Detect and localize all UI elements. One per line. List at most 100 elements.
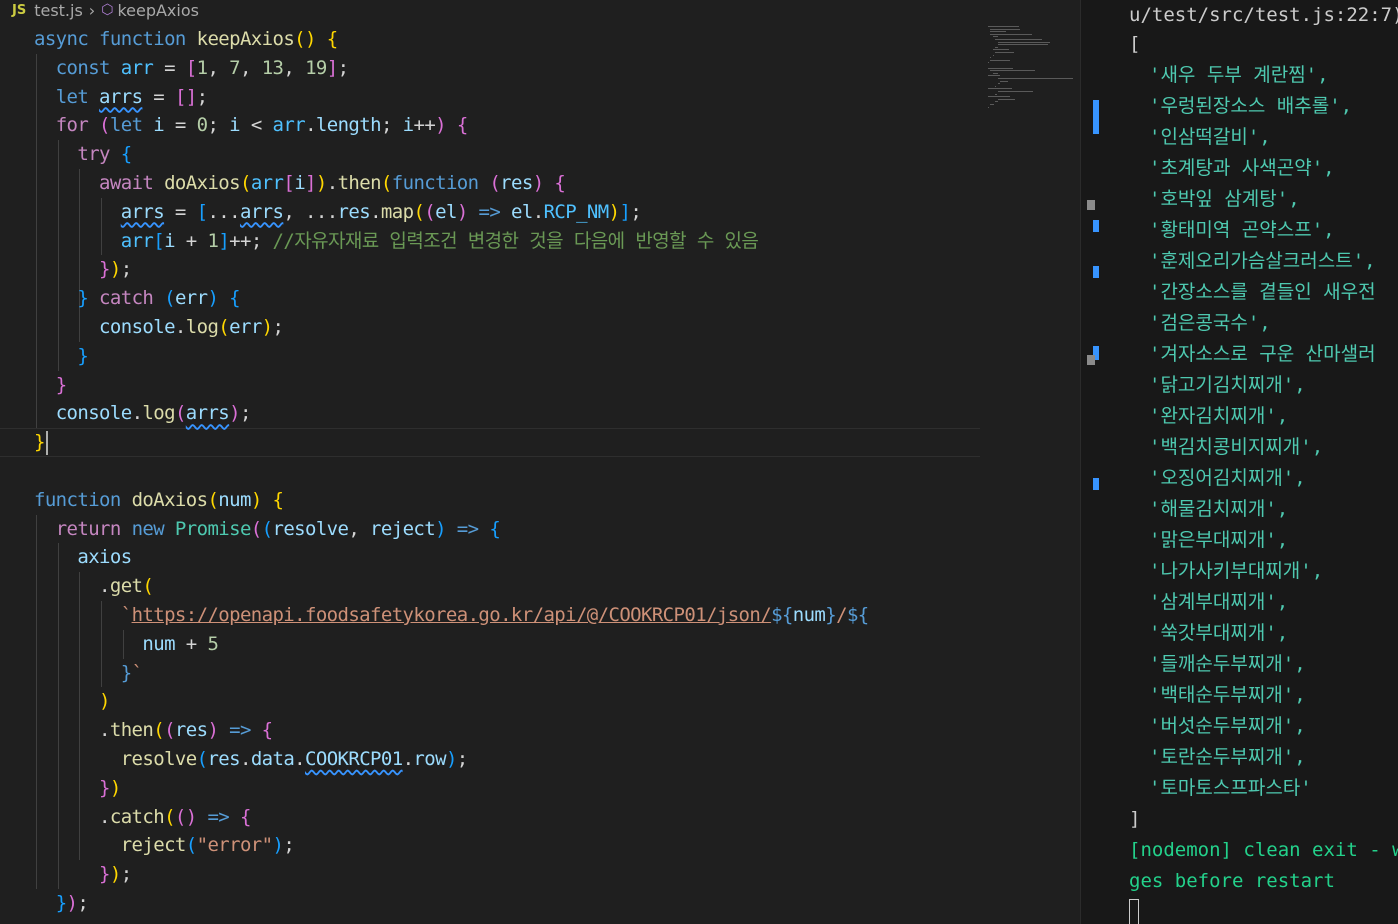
code-token: ) <box>207 719 219 742</box>
minimap-line <box>997 98 1016 100</box>
code-token: , <box>348 517 371 540</box>
code-line[interactable]: }); <box>34 860 132 889</box>
code-line[interactable]: try { <box>34 140 132 169</box>
code-token: [ <box>153 229 165 252</box>
code-token: RCP_NM <box>543 200 610 223</box>
code-token: () <box>174 805 197 828</box>
code-token: ) <box>109 863 121 886</box>
code-token: ; <box>120 863 132 886</box>
code-token: arr <box>120 56 154 79</box>
code-line[interactable]: } <box>34 371 67 400</box>
breadcrumb-symbol[interactable]: keepAxios <box>117 1 199 20</box>
code-token: } <box>825 604 837 626</box>
code-token: , <box>240 56 262 79</box>
code-line[interactable]: const arr = [1, 7, 13, 19]; <box>34 54 349 83</box>
code-token: then <box>109 719 154 742</box>
code-token: ) <box>445 748 457 770</box>
breadcrumb: JS test.js › ⬡ keepAxios <box>0 0 1080 20</box>
code-token: ; <box>337 56 349 79</box>
code-token: try <box>77 143 121 166</box>
code-line[interactable]: } <box>34 918 45 924</box>
code-token: 1 <box>196 56 208 79</box>
code-token: ] <box>305 172 316 194</box>
minimap-line <box>992 72 999 74</box>
code-line[interactable]: num + 5 <box>34 630 218 659</box>
terminal-output-item: '검은콩국수', <box>1149 312 1271 334</box>
code-token: . <box>174 316 186 338</box>
code-line[interactable]: .then((res) => { <box>34 716 273 745</box>
code-token: ( <box>218 316 230 338</box>
code-line[interactable]: .catch(() => { <box>34 803 251 832</box>
code-token: [ <box>196 200 208 223</box>
terminal-output-item: '맑은부대찌개', <box>1149 529 1289 551</box>
code-line[interactable]: for (let i = 0; i < arr.length; i++) { <box>34 111 469 140</box>
javascript-file-icon: JS <box>12 2 27 18</box>
breadcrumb-file[interactable]: test.js <box>34 1 83 20</box>
code-line[interactable]: }); <box>34 889 89 918</box>
code-token: . <box>131 402 143 425</box>
code-line[interactable]: axios <box>34 543 132 572</box>
code-token: num <box>792 604 826 626</box>
code-line[interactable]: } <box>34 428 45 457</box>
current-line-highlight <box>0 428 980 458</box>
code-token: [ <box>185 56 197 79</box>
code-token: then <box>337 172 382 194</box>
code-line[interactable]: .get( <box>34 572 154 601</box>
code-token: ) <box>608 200 620 223</box>
code-token: . <box>532 200 544 223</box>
code-line[interactable]: } catch (err) { <box>34 284 240 313</box>
code-token: => <box>229 719 251 742</box>
terminal-output-item: '호박잎 삼계탕', <box>1149 188 1300 210</box>
code-token: i <box>294 172 306 194</box>
code-token: ] <box>619 200 631 223</box>
code-token: ${ <box>771 604 793 626</box>
code-token: ; <box>120 258 132 281</box>
terminal-panel[interactable]: u/test/src/test.js:22:7) [ '새우 두부 계란찜', '… <box>1080 0 1398 924</box>
code-line[interactable]: let arrs = []; <box>34 83 208 112</box>
code-line[interactable]: } <box>34 342 88 371</box>
code-token: = <box>142 85 175 108</box>
code-editor[interactable]: async function keepAxios() { const arr =… <box>0 20 980 924</box>
code-token: res <box>174 719 208 742</box>
terminal-close-bracket: ] <box>1129 808 1141 830</box>
code-token: res <box>337 200 371 223</box>
code-token: ; <box>196 85 208 108</box>
code-token: ( <box>261 517 273 540</box>
terminal-output-item: '우렁된장소스 배추롤', <box>1149 95 1353 117</box>
code-line[interactable]: reject("error"); <box>34 831 295 860</box>
code-line[interactable]: await doAxios(arr[i]).then(function (res… <box>34 169 566 198</box>
terminal-output-item: '백김치콩비지찌개', <box>1149 436 1324 458</box>
code-line[interactable]: function doAxios(num) { <box>34 486 284 515</box>
code-line[interactable]: }); <box>34 255 132 284</box>
code-line[interactable]: resolve(res.data.COOKRCP01.row); <box>34 745 469 774</box>
code-token: { <box>554 172 566 194</box>
code-line[interactable]: }` <box>34 659 143 688</box>
minimap-line <box>990 104 994 105</box>
code-line[interactable]: arr[i + 1]++; //자유자재료 입력조건 변경한 것을 다음에 반영… <box>34 227 759 256</box>
code-line[interactable]: async function keepAxios() { <box>34 25 338 54</box>
code-line[interactable]: ) <box>34 687 110 716</box>
code-token: ) <box>261 316 273 338</box>
code-line[interactable]: return new Promise((resolve, reject) => … <box>34 515 501 544</box>
minimap[interactable] <box>980 20 1080 924</box>
code-token: doAxios <box>131 488 208 511</box>
code-line[interactable]: console.log(err); <box>34 313 284 342</box>
code-line[interactable]: arrs = [...arrs, ...res.map((el) => el.R… <box>34 198 642 227</box>
code-line[interactable]: }) <box>34 774 121 803</box>
code-token: log <box>142 402 175 425</box>
code-token: data <box>250 748 295 770</box>
terminal-output-item: '황태미역 곤약스프', <box>1149 219 1335 241</box>
code-line[interactable]: `https://openapi.foodsafetykorea.go.kr/a… <box>34 601 870 630</box>
code-token: = <box>164 114 197 137</box>
code-line[interactable]: console.log(arrs); <box>34 399 252 428</box>
code-token: / <box>836 604 847 626</box>
